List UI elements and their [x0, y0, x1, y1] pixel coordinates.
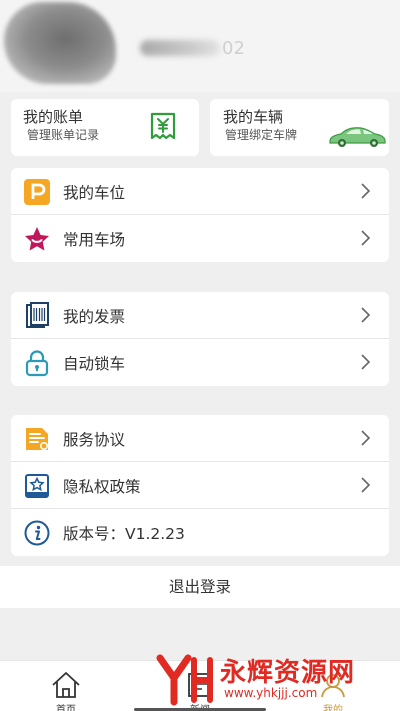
chevron-right-icon: [355, 428, 375, 448]
car-icon: [327, 124, 387, 154]
bill-icon: [149, 112, 177, 146]
vehicle-title: 我的车辆: [223, 108, 284, 126]
menu-group-services: 我的发票 自动锁车: [11, 292, 389, 386]
my-bill-card[interactable]: 我的账单 管理账单记录: [11, 99, 199, 156]
menu-item-service-agreement[interactable]: 服务协议: [11, 415, 389, 462]
menu-item-label: 我的车位: [63, 184, 126, 202]
menu-group-parking: 我的车位 常用车场: [11, 168, 389, 262]
watermark-url: www.yhkjjj.com: [224, 686, 318, 700]
menu-item-auto-lock[interactable]: 自动锁车: [11, 339, 389, 386]
chevron-right-icon: [355, 352, 375, 372]
menu-item-label: 隐私权政策: [63, 478, 141, 496]
username-suffix: 02: [222, 38, 245, 59]
tab-label: 首页: [56, 705, 76, 711]
version-label: 版本号：V1.2.23: [63, 525, 185, 543]
tab-home[interactable]: 首页: [31, 661, 101, 711]
username-blurred: [140, 40, 220, 56]
menu-item-my-parking-space[interactable]: 我的车位: [11, 168, 389, 215]
lock-icon: [23, 349, 51, 377]
watermark-text: 永辉资源网: [220, 658, 356, 688]
info-icon: [23, 519, 51, 547]
logout-button[interactable]: 退出登录: [0, 566, 400, 608]
menu-item-frequent-parking-lots[interactable]: 常用车场: [11, 215, 389, 262]
avatar[interactable]: [4, 2, 116, 84]
star-icon: [23, 225, 51, 253]
bill-subtitle: 管理账单记录: [27, 128, 100, 142]
menu-item-label: 我的发票: [63, 308, 126, 326]
menu-group-about: 服务协议 隐私权政策 版本号：V1.2.23: [11, 415, 389, 556]
chevron-right-icon: [355, 475, 375, 495]
menu-item-my-invoices[interactable]: 我的发票: [11, 292, 389, 339]
vehicle-subtitle: 管理绑定车牌: [225, 128, 298, 142]
watermark: 永辉资源网 www.yhkjjj.com: [148, 650, 400, 711]
menu-item-label: 服务协议: [63, 431, 126, 449]
bill-title: 我的账单: [23, 108, 84, 126]
profile-header: 02: [0, 0, 400, 92]
menu-item-label: 常用车场: [63, 231, 126, 249]
my-vehicle-card[interactable]: 我的车辆 管理绑定车牌: [210, 99, 389, 156]
privacy-icon: [23, 472, 51, 500]
chevron-right-icon: [355, 305, 375, 325]
chevron-right-icon: [355, 228, 375, 248]
menu-item-label: 自动锁车: [63, 355, 126, 373]
document-icon: [23, 425, 51, 453]
invoice-icon: [23, 302, 51, 330]
chevron-right-icon: [355, 181, 375, 201]
menu-item-privacy-policy[interactable]: 隐私权政策: [11, 462, 389, 509]
watermark-logo: [154, 654, 214, 710]
parking-icon: [23, 178, 51, 206]
home-icon: [50, 671, 82, 703]
menu-item-version: 版本号：V1.2.23: [11, 509, 389, 556]
